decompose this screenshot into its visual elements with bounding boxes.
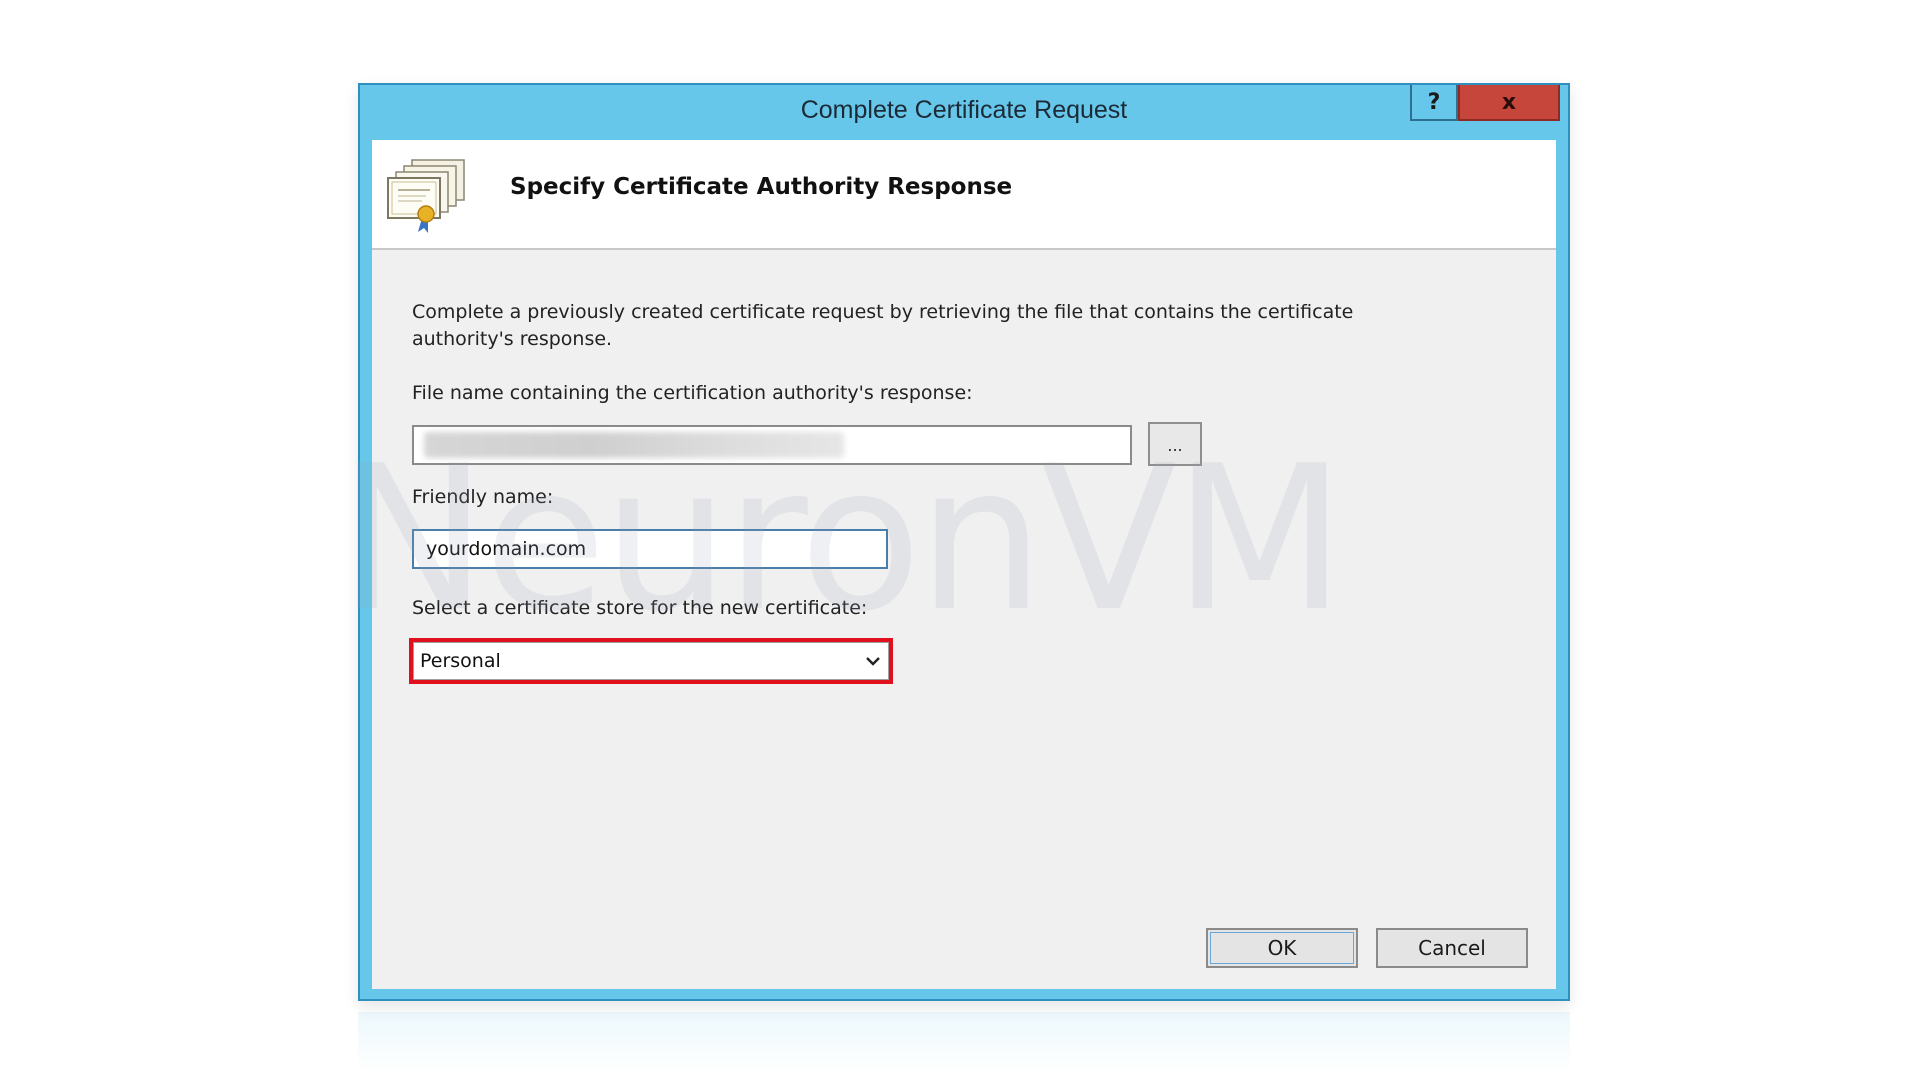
- chevron-down-icon[interactable]: [864, 652, 882, 670]
- title-bar[interactable]: Complete Certificate Request ? x: [360, 85, 1568, 137]
- close-icon: x: [1501, 89, 1517, 115]
- help-button[interactable]: ?: [1410, 85, 1458, 121]
- browse-button[interactable]: ...: [1148, 422, 1202, 466]
- friendly-name-label: Friendly name:: [412, 486, 554, 508]
- certificate-store-select[interactable]: Personal: [413, 642, 889, 680]
- header-title: Specify Certificate Authority Response: [510, 174, 1013, 200]
- certificate-icon: [387, 159, 465, 233]
- file-name-input[interactable]: [412, 425, 1132, 465]
- screen: Complete Certificate Request ? x Specify…: [0, 0, 1920, 1080]
- window-title: Complete Certificate Request: [800, 96, 1128, 124]
- ok-button[interactable]: OK: [1206, 928, 1358, 968]
- dialog-header: Specify Certificate Authority Response: [372, 140, 1556, 250]
- certificate-store-label: Select a certificate store for the new c…: [412, 597, 868, 619]
- window-reflection: [358, 1012, 1570, 1072]
- cancel-button[interactable]: Cancel: [1376, 928, 1528, 968]
- friendly-name-input[interactable]: yourdomain.com: [412, 529, 888, 569]
- file-name-label: File name containing the certification a…: [412, 382, 973, 404]
- description-text: Complete a previously created certificat…: [412, 301, 1354, 350]
- file-name-value: [424, 432, 844, 458]
- close-button[interactable]: x: [1458, 85, 1560, 121]
- certificate-store-value: Personal: [420, 650, 501, 672]
- friendly-name-value: yourdomain.com: [426, 538, 587, 560]
